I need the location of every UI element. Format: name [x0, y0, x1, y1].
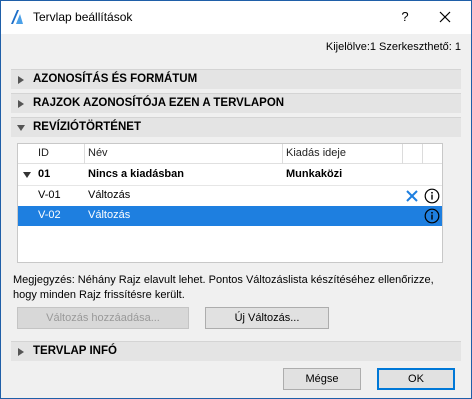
- group-name: Nincs a kiadásban: [88, 168, 184, 180]
- note-text: Megjegyzés: Néhány Rajz elavult lehet. P…: [13, 273, 463, 303]
- cancel-button[interactable]: Mégse: [283, 368, 361, 390]
- section-label: RAJZOK AZONOSÍTÓJA EZEN A TERVLAPON: [33, 97, 285, 109]
- expand-arrow-icon: [18, 100, 24, 108]
- header-id[interactable]: ID: [38, 147, 49, 159]
- revision-table[interactable]: ID Név Kiadás ideje 01 Nincs a kiadásban…: [17, 143, 443, 263]
- section-label: TERVLAP INFÓ: [33, 345, 117, 357]
- section-label: AZONOSÍTÁS ÉS FORMÁTUM: [33, 73, 198, 85]
- row-name: Változás: [88, 189, 131, 201]
- row-id: V-01: [38, 189, 61, 201]
- title-bar[interactable]: Tervlap beállítások ?: [1, 1, 471, 34]
- section-drawings-id[interactable]: RAJZOK AZONOSÍTÓJA EZEN A TERVLAPON: [11, 93, 461, 113]
- add-change-button[interactable]: Változás hozzáadása...: [17, 307, 189, 329]
- new-change-button[interactable]: Új Változás...: [205, 307, 329, 329]
- help-button[interactable]: ?: [391, 5, 419, 29]
- collapse-arrow-icon: [17, 125, 25, 131]
- note-line: Megjegyzés: Néhány Rajz elavult lehet. P…: [13, 274, 434, 286]
- column-divider[interactable]: [282, 144, 283, 164]
- close-icon: [439, 11, 451, 23]
- close-button[interactable]: [431, 5, 459, 29]
- column-divider[interactable]: [84, 144, 85, 164]
- section-label: REVÍZIÓTÖRTÉNET: [33, 121, 141, 133]
- info-icon[interactable]: [424, 188, 440, 204]
- section-id-format[interactable]: AZONOSÍTÁS ÉS FORMÁTUM: [11, 69, 461, 89]
- window-title: Tervlap beállítások: [33, 10, 133, 24]
- table-header: ID Név Kiadás ideje: [18, 144, 442, 164]
- header-name[interactable]: Név: [88, 147, 108, 159]
- delete-icon[interactable]: [404, 188, 420, 204]
- column-divider[interactable]: [422, 144, 423, 164]
- expand-arrow-icon: [18, 348, 24, 356]
- row-id: V-02: [38, 209, 61, 221]
- archicad-app-icon: [11, 10, 23, 24]
- header-issue-date[interactable]: Kiadás ideje: [286, 147, 346, 159]
- section-revision-history[interactable]: REVÍZIÓTÖRTÉNET: [11, 117, 461, 137]
- row-name: Változás: [88, 209, 131, 221]
- info-icon[interactable]: [424, 208, 440, 224]
- ok-button[interactable]: OK: [377, 368, 455, 390]
- collapse-arrow-icon[interactable]: [23, 171, 31, 179]
- selection-info: Kijelölve:1 Szerkeszthető: 1: [325, 41, 461, 53]
- group-id: 01: [38, 168, 51, 180]
- column-divider[interactable]: [402, 144, 403, 164]
- table-row-selected[interactable]: V-02 Változás: [18, 206, 442, 226]
- delete-icon[interactable]: [404, 208, 420, 224]
- issue-group-row[interactable]: 01 Nincs a kiadásban Munkaközi: [18, 165, 442, 185]
- note-line: hogy minden Rajz frissítésre került.: [13, 289, 185, 301]
- expand-arrow-icon: [18, 76, 24, 84]
- table-row[interactable]: V-01 Változás: [18, 185, 442, 205]
- section-sheet-info[interactable]: TERVLAP INFÓ: [11, 341, 461, 361]
- sheet-settings-dialog: Tervlap beállítások ? Kijelölve:1 Szerke…: [0, 0, 472, 399]
- group-issue-date: Munkaközi: [286, 168, 343, 180]
